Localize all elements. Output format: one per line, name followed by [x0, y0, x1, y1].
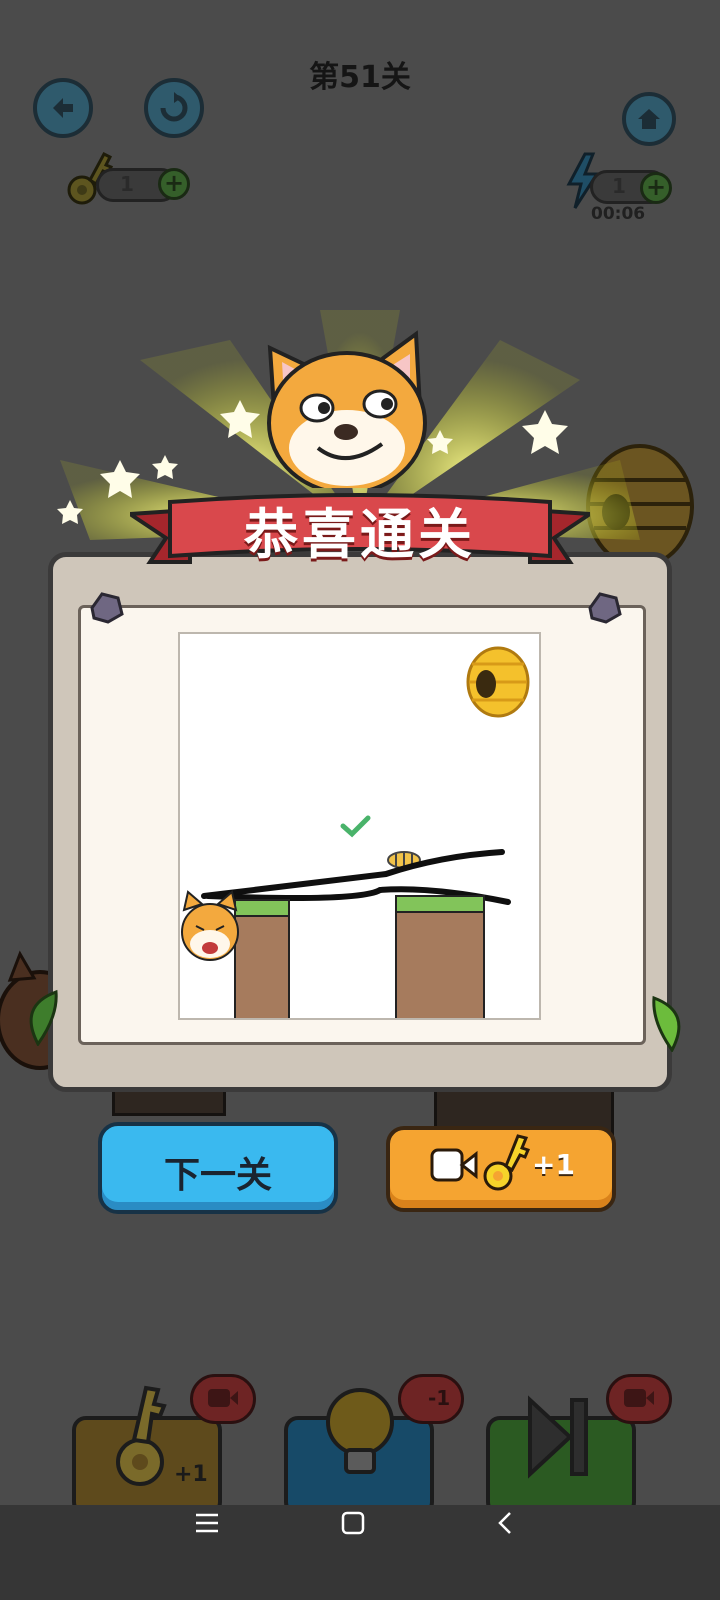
next-level-label: 下一关 [163, 1155, 272, 1196]
lightbulb-icon [326, 1388, 394, 1474]
scene-illustration [181, 646, 530, 1018]
video-camera-icon [430, 1148, 478, 1182]
level-thumbnail [178, 632, 541, 1020]
add-energy-button[interactable]: + [640, 172, 672, 204]
beehive-icon [466, 646, 530, 718]
leaf-left [29, 989, 58, 1046]
add-keys-button[interactable]: + [158, 168, 190, 200]
back-nav-icon[interactable] [494, 1510, 518, 1536]
rivet-left [90, 592, 124, 624]
key-tool-reward: +1 [174, 1462, 208, 1487]
restart-icon [160, 92, 188, 122]
energy-timer: 00:06 [591, 204, 646, 224]
home-icon [638, 109, 660, 129]
ground-pillar-left [234, 899, 290, 1018]
back-button[interactable] [33, 78, 93, 138]
level-title: 第51关 [309, 60, 411, 95]
key-tool-icon [116, 1385, 167, 1486]
video-reward-label: +1 [532, 1148, 575, 1181]
hint-cost: -1 [428, 1386, 451, 1410]
dog-mascot [267, 330, 427, 488]
home-button[interactable] [622, 92, 676, 146]
keys-count: 1 [120, 172, 134, 196]
skip-icon [528, 1395, 588, 1479]
ground-pillar-right [395, 895, 485, 1018]
rivet-right [588, 592, 622, 624]
small-dog-icon [181, 890, 239, 961]
banner-title: 恭喜通关 [244, 503, 476, 566]
leaf-right [652, 995, 681, 1052]
video-camera-icon [208, 1389, 238, 1407]
energy-count: 1 [612, 174, 626, 198]
restart-button[interactable] [144, 78, 204, 138]
skip-video-camera-icon [624, 1389, 654, 1407]
check-icon [340, 815, 371, 838]
gold-key-icon [483, 1134, 530, 1191]
menu-icon[interactable] [194, 1510, 220, 1536]
arrow-left-icon [53, 98, 73, 118]
drawn-line [201, 849, 505, 899]
home-nav-icon[interactable] [340, 1510, 366, 1536]
